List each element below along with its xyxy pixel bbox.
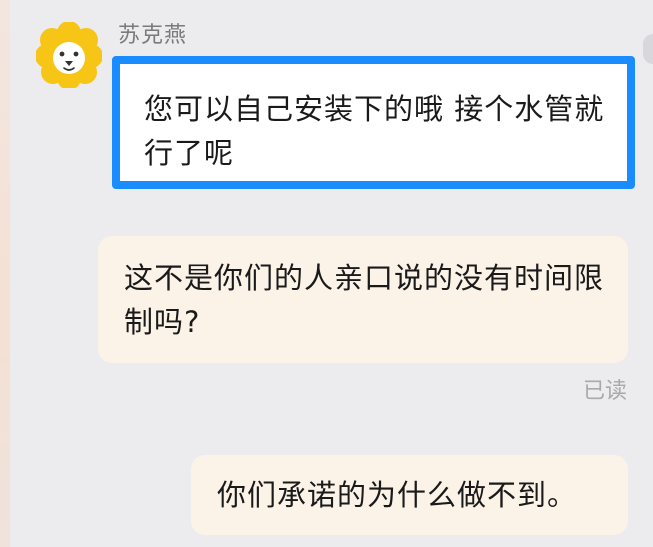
incoming-message-bubble[interactable]: 您可以自己安装下的哦 接个水管就行了呢	[112, 56, 635, 189]
outgoing-message-text: 你们承诺的为什么做不到。	[217, 478, 578, 512]
left-edge-decoration	[0, 0, 10, 547]
lion-mascot-icon	[35, 21, 103, 90]
outgoing-message-text: 这不是你们的人亲口说的没有时间限制吗?	[124, 261, 605, 339]
outgoing-message-bubble[interactable]: 你们承诺的为什么做不到。	[191, 455, 628, 535]
avatar[interactable]	[35, 21, 103, 90]
read-status: 已读	[582, 379, 627, 404]
sender-name: 苏克燕	[118, 23, 188, 48]
incoming-message-text: 您可以自己安装下的哦 接个水管就行了呢	[144, 92, 605, 170]
right-edge-handle	[643, 34, 653, 64]
outgoing-message-bubble[interactable]: 这不是你们的人亲口说的没有时间限制吗?	[98, 236, 628, 363]
